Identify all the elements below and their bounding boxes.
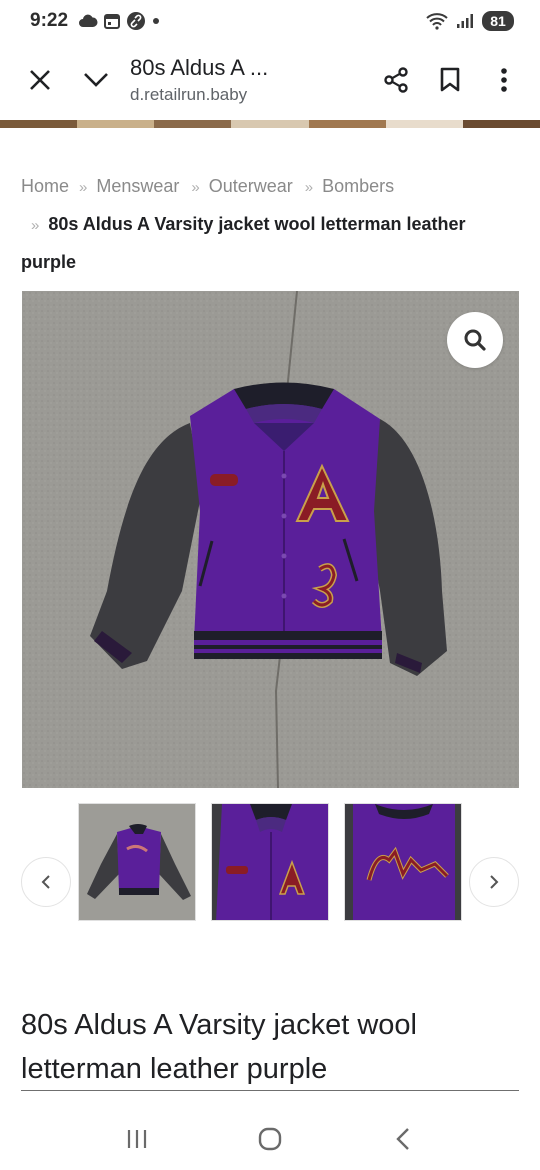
header-banner-strip [0,120,540,128]
jacket-patch-closeup-thumbnail [212,804,328,920]
thumbnail-gallery [0,800,540,924]
back-icon [396,1128,410,1150]
close-button[interactable] [16,56,64,104]
cloud-icon [79,14,98,27]
breadcrumb-bombers[interactable]: Bombers [322,176,394,196]
status-time: 9:22 [30,10,69,31]
back-button[interactable] [383,1119,423,1159]
breadcrumb-separator-icon: » [31,217,40,234]
breadcrumb-separator-icon: » [79,179,88,196]
status-system-icons: 81 [426,11,514,31]
more-options-button[interactable] [480,56,528,104]
title-divider [21,1090,519,1091]
system-navigation-bar [0,1108,540,1170]
link-icon [127,12,146,30]
toolbar-actions [372,56,528,104]
status-notification-icons [78,11,160,31]
page-title: 80s Aldus A ... [130,55,269,80]
home-button[interactable] [250,1119,290,1159]
breadcrumb-outerwear[interactable]: Outerwear [209,176,293,196]
signal-icon [457,14,473,28]
wifi-icon [426,13,448,30]
breadcrumb-separator-icon: » [191,179,200,196]
custom-tab-toolbar: 80s Aldus A ... d.retailrun.baby [0,42,540,118]
bookmark-button[interactable] [426,56,474,104]
calendar-icon [104,14,121,29]
breadcrumb: Home» Menswear» Outerwear» Bombers » 80s Ald… [21,168,521,281]
zoom-button[interactable] [447,312,503,368]
breadcrumb-home[interactable]: Home [21,176,69,196]
home-icon [258,1127,282,1151]
thumbnail-1[interactable] [78,803,196,921]
close-icon [30,70,50,90]
dot-icon [153,18,160,24]
recents-button[interactable] [117,1119,157,1159]
chevron-down-icon [84,73,108,87]
minimize-button[interactable] [72,56,120,104]
page-title-block[interactable]: 80s Aldus A ... d.retailrun.baby [130,55,320,105]
more-vertical-icon [501,68,507,92]
gallery-next-button[interactable] [469,857,519,907]
thumbnail-3[interactable] [344,803,462,921]
breadcrumb-menswear[interactable]: Menswear [96,176,179,196]
breadcrumb-current: 80s Aldus A Varsity jacket wool letterma… [21,214,466,272]
thumbnail-2[interactable] [211,803,329,921]
chevron-right-icon [490,875,499,889]
breadcrumb-separator-icon: » [304,179,314,196]
search-icon [464,329,486,351]
chevron-left-icon [41,875,50,889]
main-product-image[interactable] [22,291,519,788]
jacket-front-thumbnail [79,804,195,920]
jacket-back-thumbnail [345,804,461,920]
varsity-jacket-image [22,291,519,788]
share-button[interactable] [372,56,420,104]
page-url: d.retailrun.baby [130,85,248,104]
status-bar: 9:22 81 [0,0,540,42]
share-icon [384,67,408,93]
bookmark-icon [440,67,460,92]
recents-icon [127,1130,146,1148]
product-title: 80s Aldus A Varsity jacket wool letterma… [21,1009,418,1085]
gallery-prev-button[interactable] [21,857,71,907]
battery-indicator: 81 [482,11,514,31]
